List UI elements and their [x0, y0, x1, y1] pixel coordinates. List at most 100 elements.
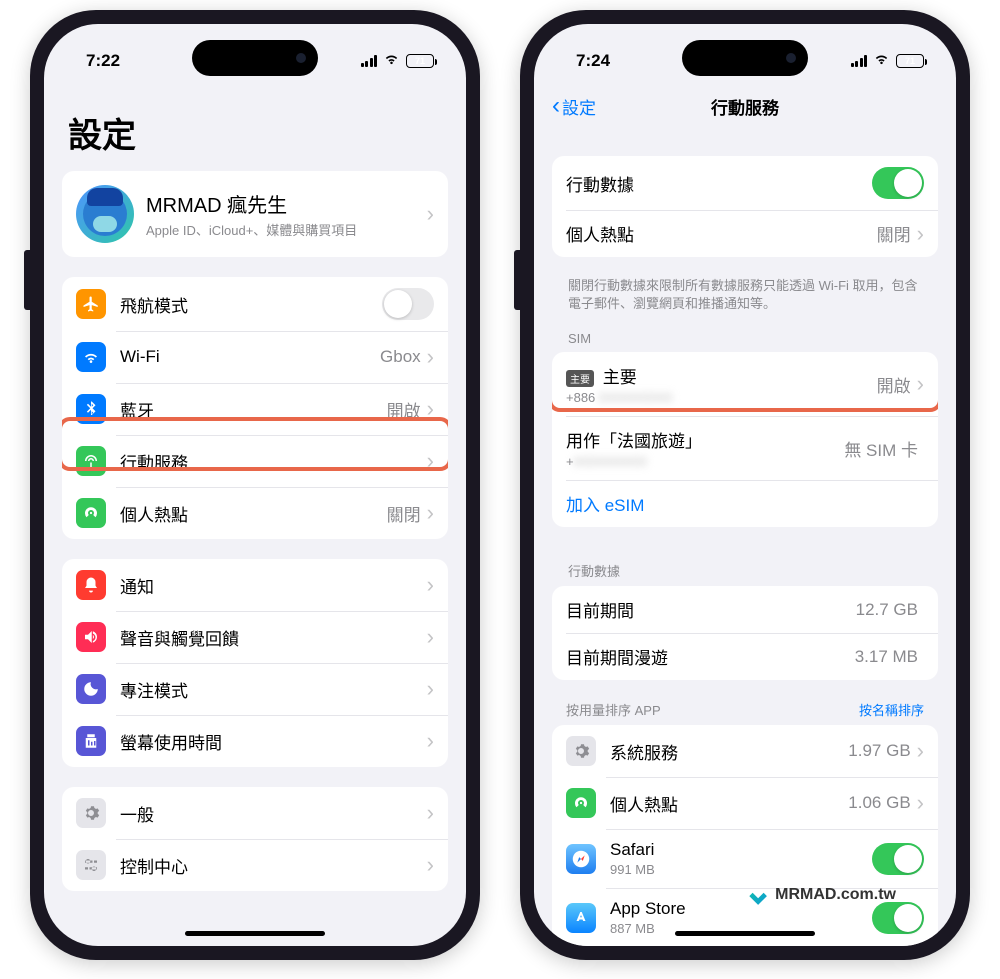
row-apple-id[interactable]: MRMAD 瘋先生 Apple ID、iCloud+、媒體與購買項目 ›	[62, 171, 448, 257]
hotspot-icon	[566, 788, 596, 818]
safari-sub: 991 MB	[610, 862, 872, 877]
status-time: 7:24	[576, 51, 610, 71]
row-safari[interactable]: Safari 991 MB	[552, 829, 938, 888]
sim-primary-number: +886 000000000	[566, 390, 877, 405]
hotspot-label: 個人熱點	[120, 501, 387, 526]
airplane-icon	[76, 289, 106, 319]
row-focus[interactable]: 專注模式 ›	[62, 663, 448, 715]
screen-right: 7:24 71 ‹ 設定 行動服務 行動數據	[534, 24, 956, 946]
appstore-toggle[interactable]	[872, 902, 924, 934]
group-usage: 目前期間 12.7 GB 目前期間漫遊 3.17 MB	[552, 586, 938, 680]
safari-toggle[interactable]	[872, 843, 924, 875]
battery-icon: 71	[406, 54, 434, 68]
row-roaming[interactable]: 目前期間漫遊 3.17 MB	[552, 633, 938, 680]
wifi-value: Gbox	[380, 347, 421, 367]
chevron-icon: ›	[427, 678, 434, 700]
appstore-icon	[566, 903, 596, 933]
roaming-label: 目前期間漫遊	[566, 644, 855, 669]
sim-primary-label: 主要 主要	[566, 363, 877, 388]
group-notifications: 通知 › 聲音與觸覺回饋 › 專注模式 ›	[62, 559, 448, 767]
notif-label: 通知	[120, 573, 427, 598]
safari-icon	[566, 844, 596, 874]
sort-action[interactable]: 按名稱排序	[859, 700, 924, 719]
celldata-toggle[interactable]	[872, 167, 924, 199]
row-celldata[interactable]: 行動數據	[552, 156, 938, 210]
row-general[interactable]: 一般 ›	[62, 787, 448, 839]
dynamic-island	[192, 40, 318, 76]
chevron-icon: ›	[427, 802, 434, 824]
row-sim-primary[interactable]: 主要 主要 +886 000000000 開啟 ›	[552, 352, 938, 416]
nav-title: 行動服務	[711, 94, 779, 119]
celldata-note: 關閉行動數據來限制所有數據服務只能透過 Wi-Fi 取用，包含電子郵件、瀏覽網頁…	[552, 277, 938, 331]
chevron-icon: ›	[427, 398, 434, 420]
bt-value: 開啟	[387, 397, 421, 422]
profile-sub: Apple ID、iCloud+、媒體與購買項目	[146, 220, 427, 239]
sort-header: 按用量排序 APP 按名稱排序	[552, 700, 938, 725]
row-airplane[interactable]: 飛航模式	[62, 277, 448, 331]
primary-badge: 主要	[566, 370, 594, 387]
sim-primary-value: 開啟	[877, 372, 911, 397]
watermark: MRMAD.com.tw	[747, 884, 896, 906]
hotspot-value: 關閉	[877, 221, 911, 246]
chevron-icon: ›	[427, 450, 434, 472]
row-hotspot[interactable]: 個人熱點 關閉 ›	[62, 487, 448, 539]
bluetooth-icon	[76, 394, 106, 424]
screentime-label: 螢幕使用時間	[120, 729, 427, 754]
chevron-left-icon: ‹	[552, 92, 560, 120]
sort-label: 按用量排序 APP	[566, 700, 661, 719]
group-general: 一般 › 控制中心 ›	[62, 787, 448, 891]
watermark-text: MRMAD.com.tw	[775, 886, 896, 904]
notifications-icon	[76, 570, 106, 600]
row-system-services[interactable]: 系統服務 1.97 GB ›	[552, 725, 938, 777]
row-sim-travel[interactable]: 用作「法國旅遊」 +000000000 無 SIM 卡	[552, 416, 938, 480]
row-hotspot[interactable]: 個人熱點 關閉 ›	[552, 210, 938, 257]
focus-icon	[76, 674, 106, 704]
row-cellular[interactable]: 行動服務 ›	[62, 435, 448, 487]
back-button[interactable]: ‹ 設定	[552, 84, 596, 128]
cell-signal-icon	[851, 55, 868, 67]
sound-icon	[76, 622, 106, 652]
page-title: 設定	[62, 80, 448, 171]
sys-value: 1.97 GB	[848, 741, 910, 761]
profile-name: MRMAD 瘋先生	[146, 189, 427, 218]
wifi-icon	[383, 50, 400, 72]
back-label: 設定	[562, 94, 596, 119]
phone-left: 7:22 71 設定 MRMAD 瘋先生 Apple ID、iCloud+、媒體…	[30, 10, 480, 960]
row-add-esim[interactable]: 加入 eSIM	[552, 480, 938, 527]
celldata-label: 行動數據	[566, 171, 872, 196]
airplane-toggle[interactable]	[382, 288, 434, 320]
chevron-icon: ›	[427, 346, 434, 368]
hotspot-icon	[76, 498, 106, 528]
sound-label: 聲音與觸覺回饋	[120, 625, 427, 650]
sys-label: 系統服務	[610, 739, 848, 764]
row-bluetooth[interactable]: 藍牙 開啟 ›	[62, 383, 448, 435]
add-esim-label: 加入 eSIM	[566, 491, 644, 516]
screen-left: 7:22 71 設定 MRMAD 瘋先生 Apple ID、iCloud+、媒體…	[44, 24, 466, 946]
row-control-center[interactable]: 控制中心 ›	[62, 839, 448, 891]
row-hotspot-usage[interactable]: 個人熱點 1.06 GB ›	[552, 777, 938, 829]
status-time: 7:22	[86, 51, 120, 71]
hotspot-usage-label: 個人熱點	[610, 791, 848, 816]
sim-travel-number: +000000000	[566, 454, 844, 469]
nav-bar: ‹ 設定 行動服務	[552, 84, 938, 128]
row-period[interactable]: 目前期間 12.7 GB	[552, 586, 938, 633]
home-indicator	[185, 931, 325, 936]
safari-label: Safari	[610, 840, 872, 860]
wifi-icon	[76, 342, 106, 372]
dynamic-island	[682, 40, 808, 76]
row-screentime[interactable]: 螢幕使用時間 ›	[62, 715, 448, 767]
row-wifi[interactable]: Wi-Fi Gbox ›	[62, 331, 448, 383]
hotspot-label: 個人熱點	[566, 221, 877, 246]
chevron-icon: ›	[917, 740, 924, 762]
chevron-icon: ›	[427, 203, 434, 225]
sim-travel-value: 無 SIM 卡	[844, 436, 918, 461]
gear-icon	[566, 736, 596, 766]
chevron-icon: ›	[917, 373, 924, 395]
home-indicator	[675, 931, 815, 936]
row-notifications[interactable]: 通知 ›	[62, 559, 448, 611]
chevron-icon: ›	[427, 854, 434, 876]
gear-icon	[76, 798, 106, 828]
watermark-icon	[747, 884, 769, 906]
avatar	[76, 185, 134, 243]
row-sounds[interactable]: 聲音與觸覺回饋 ›	[62, 611, 448, 663]
